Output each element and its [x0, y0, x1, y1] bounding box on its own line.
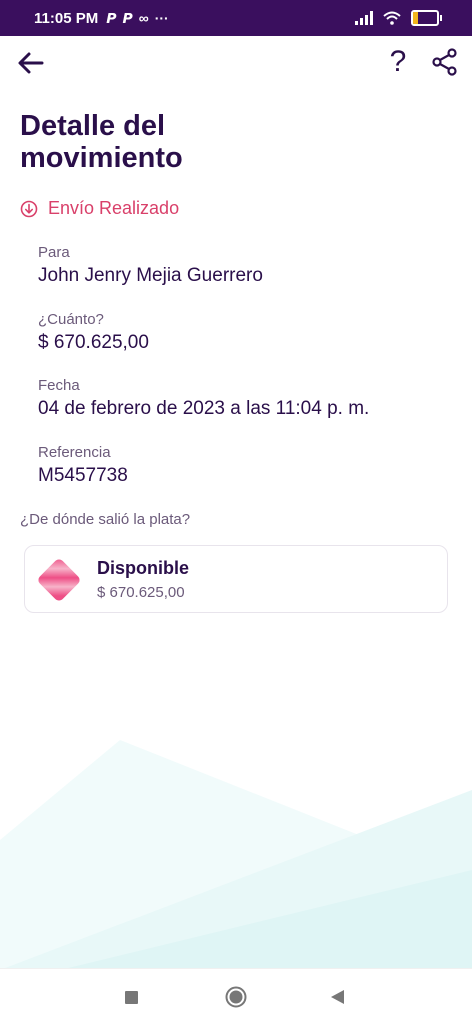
source-account-card[interactable]: Disponible $ 670.625,00 [24, 545, 448, 613]
status-bar-left: 11:05 PM 𝙋 𝙋 ∞ ··· [34, 10, 169, 27]
notification-icons: 𝙋 𝙋 ∞ ··· [106, 10, 169, 27]
paypal-icon: 𝙋 [122, 9, 133, 26]
transaction-status: Envío Realizado [20, 198, 179, 219]
more-dots-icon: ··· [154, 10, 169, 26]
help-button[interactable]: ? [386, 44, 410, 80]
reference-field: Referencia M5457738 [38, 444, 128, 487]
arrow-down-circle-icon [20, 200, 38, 217]
source-label: ¿De dónde salió la plata? [20, 511, 191, 528]
share-icon[interactable] [432, 48, 458, 76]
status-label: Envío Realizado [48, 198, 180, 218]
clock: 11:05 PM [34, 9, 99, 27]
paypal-icon: 𝙋 [106, 9, 117, 26]
date-field: Fecha 04 de febrero de 2023 a las 11:04 … [38, 377, 369, 420]
background-decoration [0, 740, 472, 970]
reference-value: M5457738 [38, 465, 128, 486]
pocket-icon [38, 559, 80, 601]
battery-icon: 19 [411, 10, 442, 26]
reference-label: Referencia [38, 444, 111, 461]
system-nav-bar [0, 968, 472, 1025]
amount-field: ¿Cuánto? $ 670.625,00 [38, 311, 149, 354]
amount-label: ¿Cuánto? [38, 311, 104, 328]
back-arrow-icon[interactable] [16, 48, 46, 78]
signal-icon [355, 11, 373, 25]
date-label: Fecha [38, 377, 80, 394]
page-title: Detalle del movimiento [20, 110, 183, 174]
date-value: 04 de febrero de 2023 a las 11:04 p. m. [38, 398, 370, 419]
infinity-icon: ∞ [138, 10, 149, 26]
top-app-bar: ? [0, 40, 472, 84]
status-bar: 11:05 PM 𝙋 𝙋 ∞ ··· 19 [0, 0, 472, 36]
recipient-field: Para John Jenry Mejia Guerrero [38, 244, 263, 287]
battery-percent: 19 [419, 13, 430, 23]
recent-apps-button[interactable] [125, 991, 138, 1004]
status-bar-right: 19 [355, 10, 442, 26]
account-amount: $ 670.625,00 [97, 584, 185, 601]
recipient-label: Para [38, 244, 70, 261]
account-name: Disponible [97, 558, 190, 578]
recipient-value: John Jenry Mejia Guerrero [38, 265, 263, 286]
wifi-icon [383, 11, 401, 25]
system-back-button[interactable] [328, 988, 346, 1006]
home-button[interactable] [225, 986, 247, 1008]
amount-value: $ 670.625,00 [38, 332, 149, 353]
